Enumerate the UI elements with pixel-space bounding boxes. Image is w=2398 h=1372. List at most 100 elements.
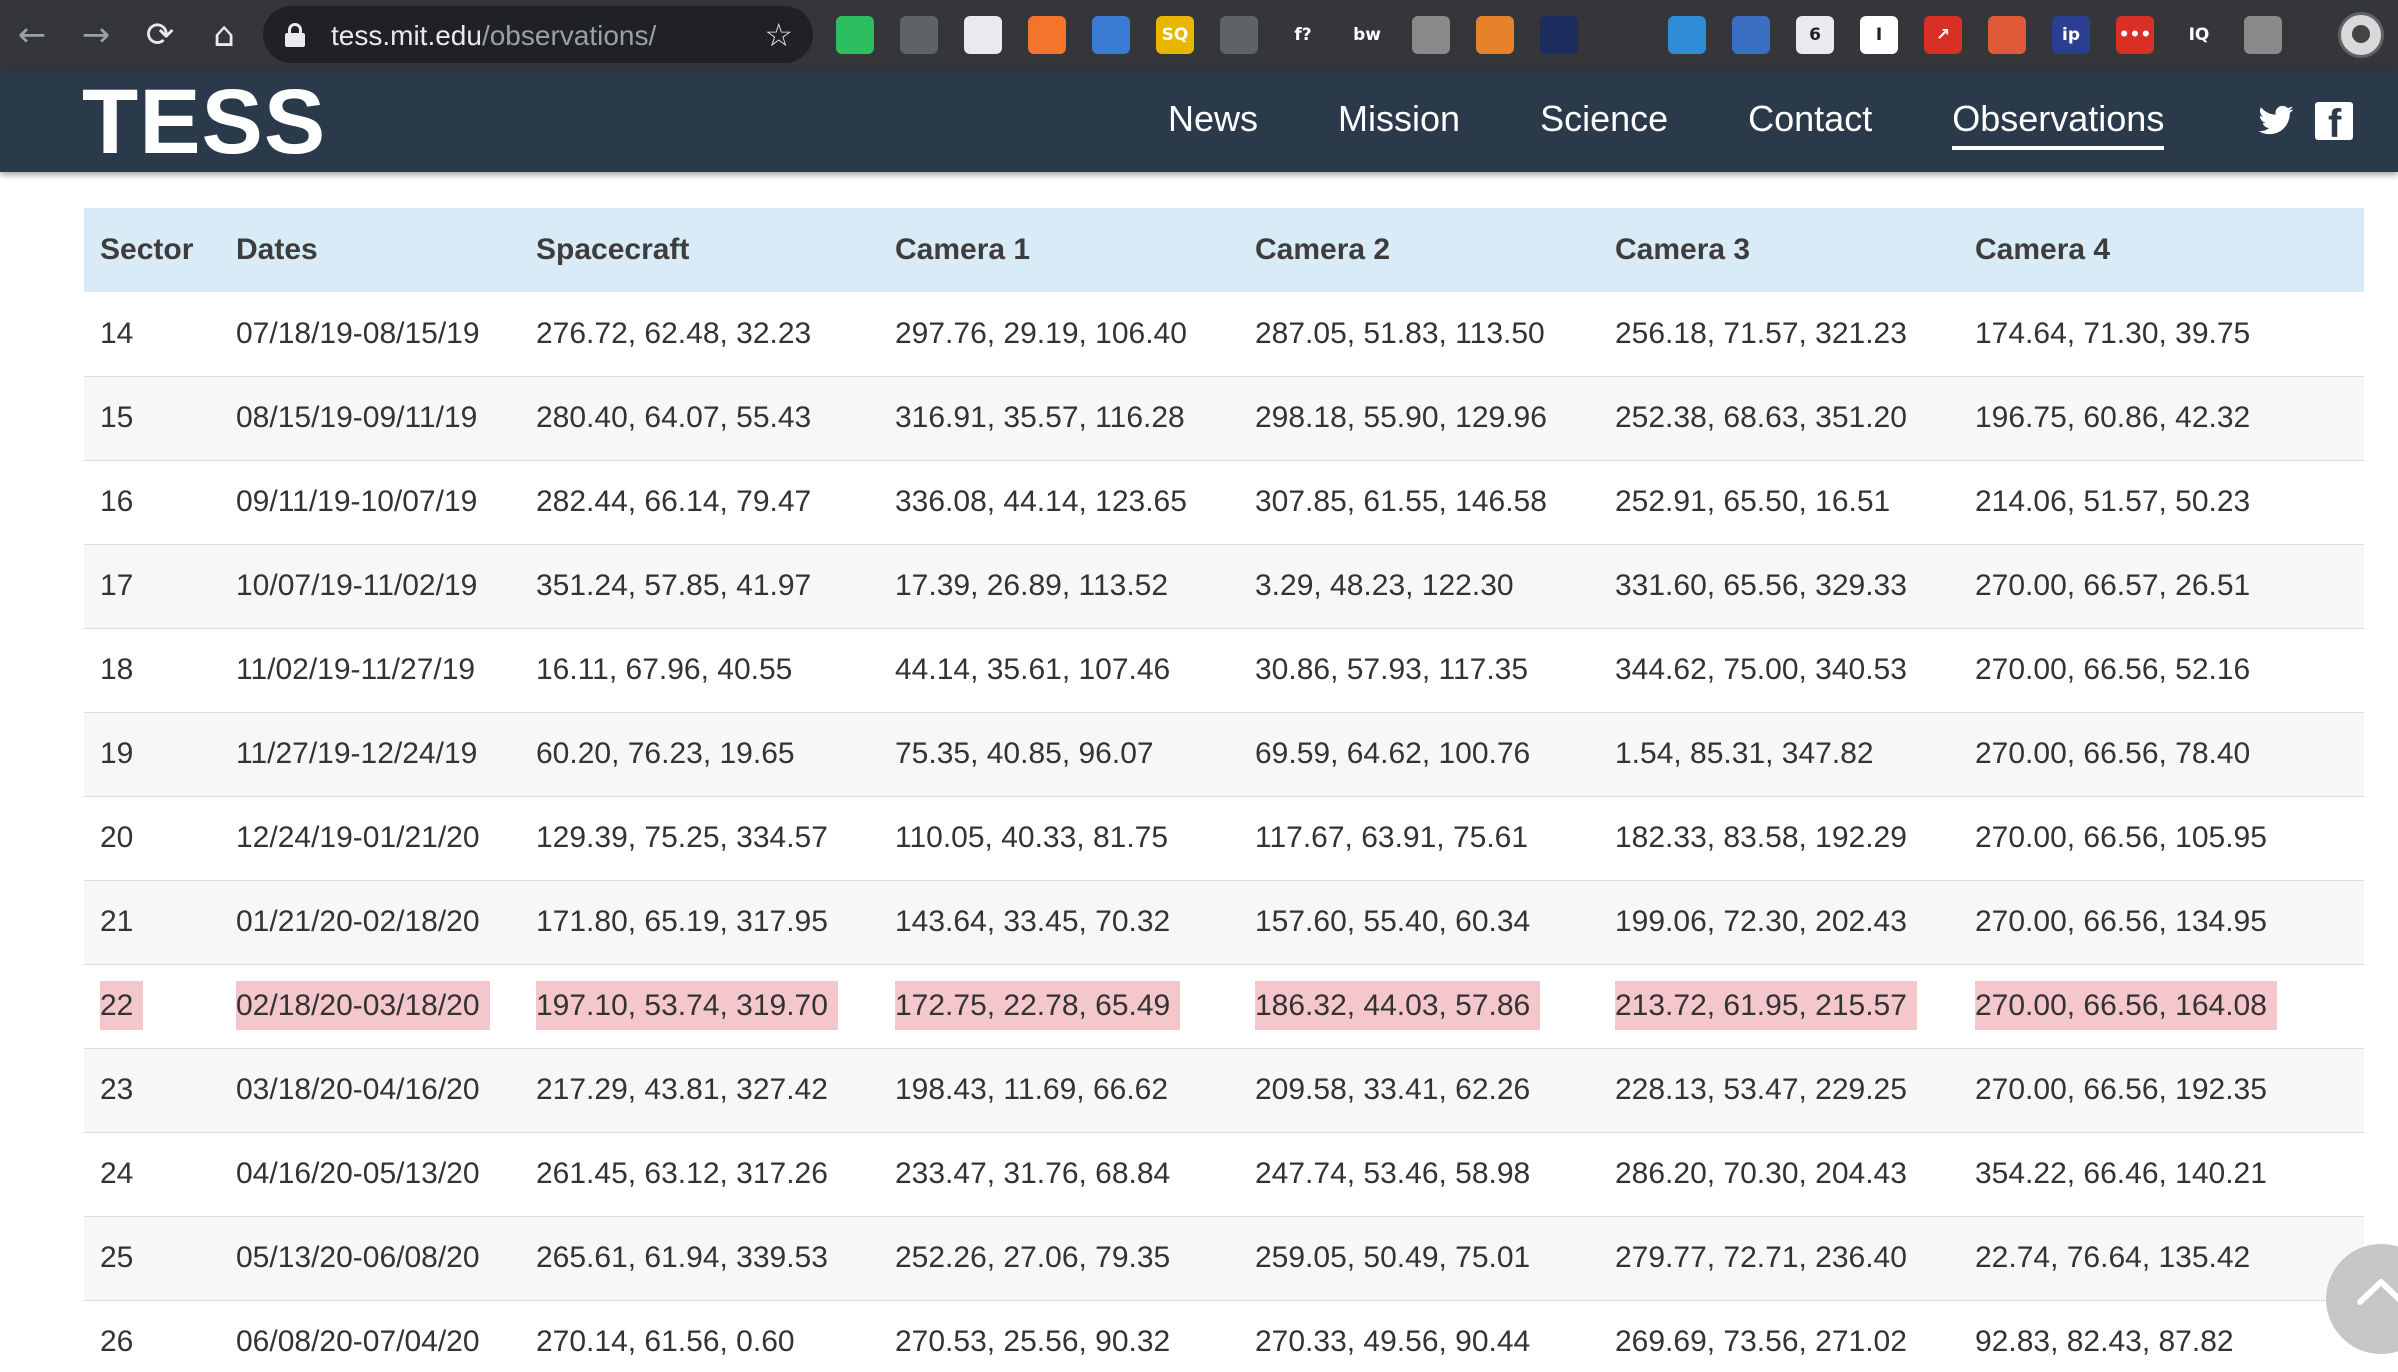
cell-value: 01/21/20-02/18/20 (236, 905, 480, 938)
bw-icon[interactable]: bw (1348, 16, 1386, 54)
glasses-icon[interactable] (1988, 16, 2026, 54)
cell-value: 12/24/19-01/21/20 (236, 821, 480, 854)
home-button[interactable]: ⌂ (192, 0, 256, 70)
site-logo[interactable]: TESS (82, 72, 326, 172)
table-cell: 331.60, 65.56, 329.33 (1599, 544, 1959, 628)
observations-table: Sector Dates Spacecraft Camera 1 Camera 2 Cam… (84, 208, 2364, 1372)
table-cell: 270.00, 66.57, 26.51 (1959, 544, 2364, 628)
moon-icon[interactable] (1476, 16, 1514, 54)
six-icon[interactable]: 6 (1796, 16, 1834, 54)
cell-value: 110.05, 40.33, 81.75 (895, 821, 1169, 854)
table-cell: 15 (84, 376, 220, 460)
table-cell: 270.14, 61.56, 0.60 (520, 1300, 879, 1372)
table-cell: 209.58, 33.41, 62.26 (1239, 1048, 1599, 1132)
table-cell: 228.13, 53.47, 229.25 (1599, 1048, 1959, 1132)
cell-value: 276.72, 62.48, 32.23 (536, 316, 812, 350)
pen-icon[interactable] (1604, 16, 1642, 54)
cell-value: 05/13/20-06/08/20 (236, 1241, 480, 1274)
table-cell: 171.80, 65.19, 317.95 (520, 880, 879, 964)
space-tv-icon[interactable] (1540, 16, 1578, 54)
table-cell: 270.00, 66.56, 52.16 (1959, 628, 2364, 712)
arrow-icon[interactable]: ↗ (1924, 16, 1962, 54)
blue-box-icon[interactable] (1092, 16, 1130, 54)
nav-link-news[interactable]: News (1168, 98, 1258, 150)
main-nav: News Mission Science Contact Observations (1168, 70, 2244, 172)
gear-ext-icon[interactable] (1220, 16, 1258, 54)
table-cell: 3.29, 48.23, 122.30 (1239, 544, 1599, 628)
cell-value: 182.33, 83.58, 192.29 (1615, 821, 1907, 854)
cell-value: 282.44, 66.14, 79.47 (536, 485, 812, 518)
table-cell: 02/18/20-03/18/20 (220, 964, 520, 1048)
cell-value: 259.05, 50.49, 75.01 (1255, 1241, 1531, 1274)
table-cell: 20 (84, 796, 220, 880)
table-cell: 44.14, 35.61, 107.46 (879, 628, 1239, 712)
cell-value: 269.69, 73.56, 271.02 (1615, 1325, 1907, 1358)
table-cell: 08/15/19-09/11/19 (220, 376, 520, 460)
column-header-sector: Sector (100, 233, 194, 266)
i-icon[interactable]: I (1860, 16, 1898, 54)
fx-icon[interactable]: f? (1284, 16, 1322, 54)
sheets-icon[interactable] (964, 16, 1002, 54)
cell-value: 354.22, 66.46, 140.21 (1975, 1157, 2267, 1190)
cell-value: 1.54, 85.31, 347.82 (1615, 737, 1874, 770)
nav-link-observations[interactable]: Observations (1952, 98, 2165, 150)
tag-icon[interactable] (2244, 16, 2282, 54)
table-cell: 316.91, 35.57, 116.28 (879, 376, 1239, 460)
cell-value: 209.58, 33.41, 62.26 (1255, 1073, 1531, 1106)
table-cell: 11/27/19-12/24/19 (220, 712, 520, 796)
upload-icon[interactable] (1732, 16, 1770, 54)
table-cell: 117.67, 63.91, 75.61 (1239, 796, 1599, 880)
forward-button[interactable]: → (64, 0, 128, 70)
table-cell: 217.29, 43.81, 327.42 (520, 1048, 879, 1132)
reload-button[interactable]: ⟳ (128, 0, 192, 70)
table-cell: 252.38, 68.63, 351.20 (1599, 376, 1959, 460)
table-cell: 252.91, 65.50, 16.51 (1599, 460, 1959, 544)
ip-icon[interactable]: ip (2052, 16, 2090, 54)
table-row: 26 06/08/20-07/04/20 270.14, 61.56, 0.60 27… (84, 1300, 2364, 1372)
table-cell: 11/02/19-11/27/19 (220, 628, 520, 712)
url-text[interactable]: tess.mit.edu/observations/ (331, 20, 656, 52)
table-cell: 276.72, 62.48, 32.23 (520, 292, 879, 376)
sq-icon[interactable]: SQ (1156, 16, 1194, 54)
table-cell: 214.06, 51.57, 50.23 (1959, 460, 2364, 544)
facebook-icon[interactable]: f (2315, 102, 2353, 144)
table-cell: 199.06, 72.30, 202.43 (1599, 880, 1959, 964)
cell-value: 21 (100, 905, 134, 938)
cell-value: 04/16/20-05/13/20 (236, 1157, 480, 1190)
eraser-icon[interactable] (900, 16, 938, 54)
dots-icon[interactable]: ••• (2116, 16, 2154, 54)
cell-value: 270.53, 25.56, 90.32 (895, 1325, 1171, 1358)
cell-value: 279.77, 72.71, 236.40 (1615, 1241, 1907, 1274)
cell-value: 24 (100, 1157, 134, 1190)
bookmark-star-icon[interactable]: ☆ (764, 16, 793, 54)
table-cell: 344.62, 75.00, 340.53 (1599, 628, 1959, 712)
check-icon[interactable] (1412, 16, 1450, 54)
table-cell: 110.05, 40.33, 81.75 (879, 796, 1239, 880)
twitter-icon[interactable] (2257, 102, 2295, 140)
table-cell: 282.44, 66.14, 79.47 (520, 460, 879, 544)
cell-value: 214.06, 51.57, 50.23 (1975, 485, 2251, 518)
nav-link-contact[interactable]: Contact (1748, 98, 1872, 150)
evernote-icon[interactable] (836, 16, 874, 54)
back-button[interactable]: ← (0, 0, 64, 70)
table-cell: 307.85, 61.55, 146.58 (1239, 460, 1599, 544)
cell-value: 17 (100, 569, 134, 602)
table-row: 21 01/21/20-02/18/20 171.80, 65.19, 317.95… (84, 880, 2364, 964)
cell-value: 69.59, 64.62, 100.76 (1255, 737, 1531, 770)
iq-icon[interactable]: IQ (2180, 16, 2218, 54)
chart-icon[interactable] (1028, 16, 1066, 54)
profile-avatar[interactable] (2338, 12, 2384, 58)
table-cell: 233.47, 31.76, 68.84 (879, 1132, 1239, 1216)
cell-value: 213.72, 61.95, 215.57 (1615, 981, 1917, 1030)
table-cell: 174.64, 71.30, 39.75 (1959, 292, 2364, 376)
cell-value: 270.00, 66.56, 192.35 (1975, 1073, 2267, 1106)
table-row: 15 08/15/19-09/11/19 280.40, 64.07, 55.43 3… (84, 376, 2364, 460)
table-cell: 279.77, 72.71, 236.40 (1599, 1216, 1959, 1300)
address-bar[interactable]: tess.mit.edu/observations/ ☆ (263, 6, 813, 63)
cell-value: 92.83, 82.43, 87.82 (1975, 1325, 2234, 1358)
table-cell: 16 (84, 460, 220, 544)
nav-link-science[interactable]: Science (1540, 98, 1668, 150)
nav-link-mission[interactable]: Mission (1338, 98, 1460, 150)
table-cell: 09/11/19-10/07/19 (220, 460, 520, 544)
window-icon[interactable] (1668, 16, 1706, 54)
